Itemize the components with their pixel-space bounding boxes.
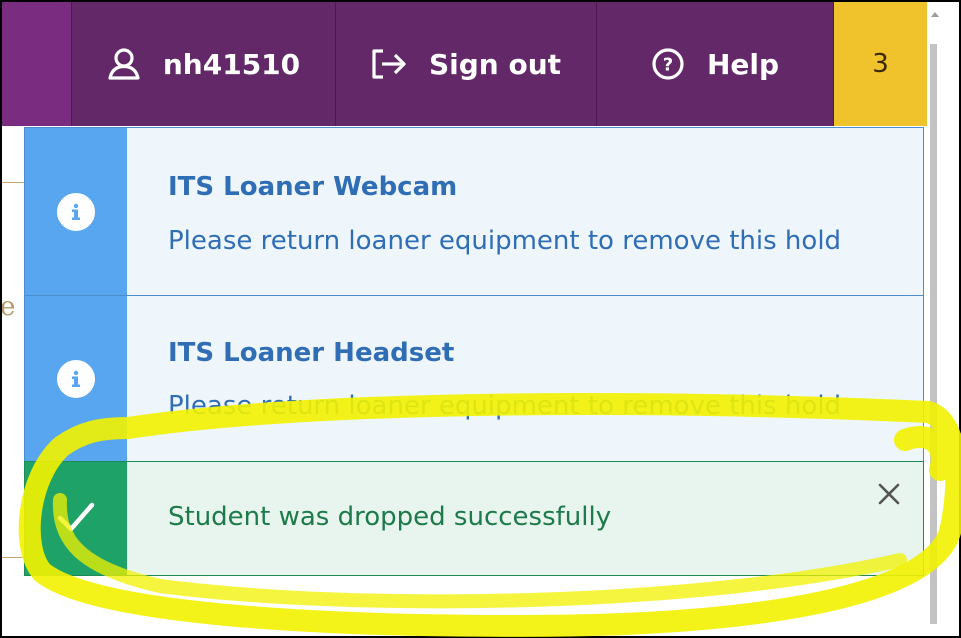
info-icon	[57, 359, 95, 398]
sign-out-button[interactable]: Sign out	[336, 2, 597, 126]
notification-info-webcam: ITS Loaner Webcam Please return loaner e…	[24, 127, 924, 297]
close-icon	[877, 482, 901, 510]
notification-info-headset: ITS Loaner Headset Please return loaner …	[24, 295, 924, 462]
svg-text:?: ?	[663, 55, 673, 76]
user-icon	[107, 47, 141, 81]
help-label: Help	[706, 47, 780, 81]
username-label: nh41510	[162, 47, 301, 81]
notification-icon-strip	[25, 128, 127, 296]
notification-title: ITS Loaner Headset	[168, 338, 455, 368]
notification-count: 3	[872, 49, 889, 79]
notification-count-badge[interactable]: 3	[834, 2, 927, 126]
notification-message: Student was dropped successfully	[168, 502, 612, 532]
nav-left-segment	[2, 2, 72, 126]
page-scrollbar[interactable]	[927, 2, 959, 636]
scrollbar-thumb[interactable]	[930, 44, 937, 624]
sign-out-label: Sign out	[428, 47, 562, 81]
screenshot-frame: e nh41510 Sign out ? Help 3 ITS Loaner W…	[0, 0, 961, 638]
background-text-fragment: e	[0, 292, 16, 322]
sign-out-icon	[371, 49, 407, 79]
notification-message: Please return loaner equipment to remove…	[168, 226, 842, 256]
notification-icon-strip	[25, 296, 127, 461]
top-navigation-bar: nh41510 Sign out ? Help 3	[2, 2, 927, 126]
notification-icon-strip	[25, 462, 127, 575]
scroll-up-arrow-icon[interactable]	[931, 12, 939, 17]
background-divider	[2, 557, 26, 558]
help-button[interactable]: ? Help	[597, 2, 834, 126]
user-menu-button[interactable]: nh41510	[72, 2, 336, 126]
notification-title: ITS Loaner Webcam	[168, 172, 458, 202]
close-notification-button[interactable]	[873, 480, 905, 512]
notification-message: Please return loaner equipment to remove…	[168, 391, 842, 421]
background-divider	[2, 182, 26, 183]
notification-success: Student was dropped successfully	[24, 461, 924, 576]
checkmark-icon	[56, 500, 96, 538]
info-icon	[57, 193, 95, 231]
help-icon: ?	[651, 47, 685, 81]
